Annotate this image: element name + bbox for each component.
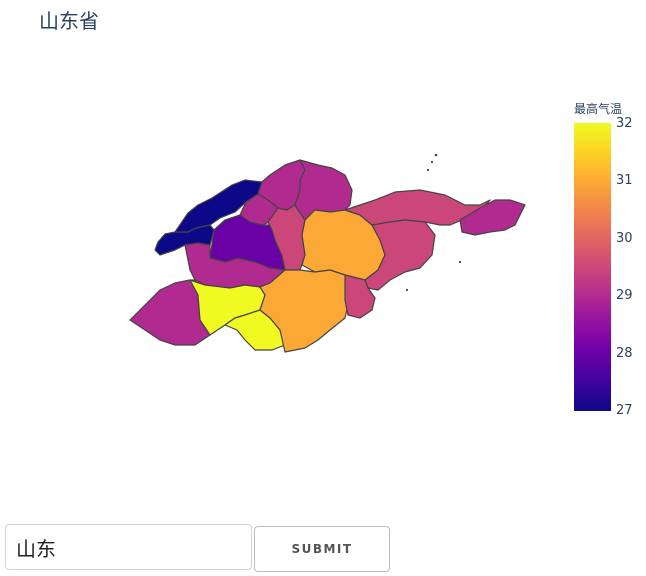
colorbar-tick: 28 xyxy=(616,346,633,361)
colorbar-tick: 32 xyxy=(616,116,633,131)
search-input[interactable] xyxy=(5,524,252,570)
colorbar-gradient xyxy=(574,123,611,411)
choropleth-map xyxy=(129,153,526,353)
submit-button[interactable]: SUBMIT xyxy=(254,526,390,572)
page: 山东省 最高气温 32 31 30 29 28 27 SUBMIT xyxy=(0,0,646,576)
colorbar-tick: 27 xyxy=(616,403,633,418)
colorbar-tick: 30 xyxy=(616,231,633,246)
colorbar-tick: 31 xyxy=(616,173,633,188)
colorbar-tick: 29 xyxy=(616,288,633,303)
colorbar-title: 最高气温 xyxy=(574,102,623,116)
